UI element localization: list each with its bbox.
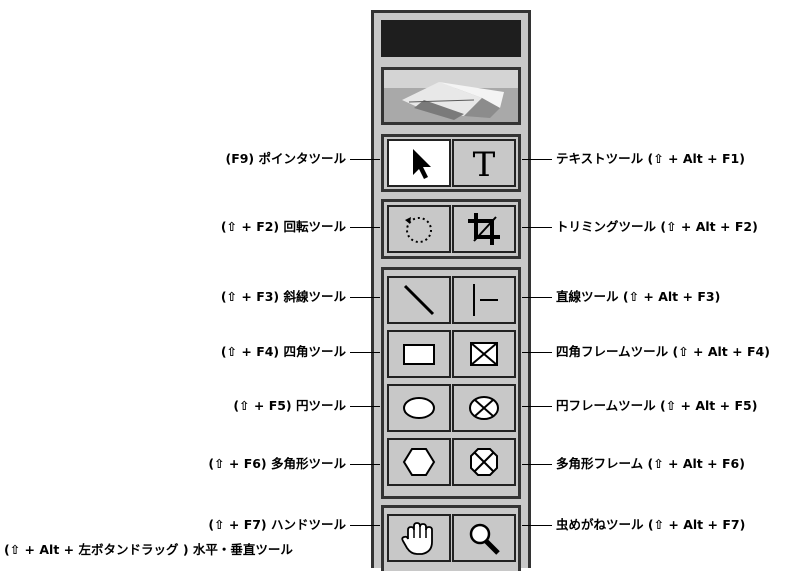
svg-text:T: T xyxy=(473,145,496,183)
rotate-dotted-circle-icon xyxy=(405,217,432,243)
rotate-tool-label: (⇧ + F2) 回転ツール xyxy=(220,219,346,234)
leader-line xyxy=(522,227,552,228)
hand-icon xyxy=(401,522,433,555)
rectangle-tool-label: (⇧ + F4) 四角ツール xyxy=(220,344,346,359)
leader-line xyxy=(522,297,552,298)
leader-line xyxy=(350,227,380,228)
text-tool-button[interactable]: T xyxy=(452,139,516,187)
leader-line xyxy=(350,297,380,298)
polygon-frame-icon xyxy=(470,448,498,476)
tool-group-4 xyxy=(381,505,521,571)
leader-line xyxy=(350,406,380,407)
polygon-icon xyxy=(402,448,436,476)
rectangle-frame-tool-button[interactable] xyxy=(452,330,516,378)
leader-line xyxy=(522,525,552,526)
tool-group-1: T xyxy=(381,134,521,192)
leader-line xyxy=(522,464,552,465)
zoom-tool-button[interactable] xyxy=(452,514,516,562)
straight-line-tool-button[interactable] xyxy=(452,276,516,324)
pointer-arrow-icon xyxy=(413,149,431,179)
crop-tool-label: トリミングツール (⇧ + Alt + F2) xyxy=(556,219,758,234)
rectangle-icon xyxy=(403,344,435,365)
tool-palette: T xyxy=(371,10,531,571)
tool-group-2 xyxy=(381,199,521,259)
polygon-frame-tool-button[interactable] xyxy=(452,438,516,486)
ellipse-icon xyxy=(403,397,435,419)
tool-group-3 xyxy=(381,267,521,499)
leader-line xyxy=(350,352,380,353)
straight-line-tool-label: 直線ツール (⇧ + Alt + F3) xyxy=(556,289,721,304)
pointer-tool-button[interactable] xyxy=(387,139,451,187)
leader-line xyxy=(350,159,380,160)
zoom-tool-label: 虫めがねツール (⇧ + Alt + F7) xyxy=(556,517,746,532)
leader-line xyxy=(522,352,552,353)
diagonal-line-tool-button[interactable] xyxy=(387,276,451,324)
leader-line xyxy=(522,159,552,160)
straight-line-icon xyxy=(473,284,498,316)
polygon-frame-tool-label: 多角形フレーム (⇧ + Alt + F6) xyxy=(556,456,745,471)
ellipse-tool-label: (⇧ + F5) 円ツール xyxy=(233,398,346,413)
hand-tool-button[interactable] xyxy=(387,514,451,562)
ellipse-tool-button[interactable] xyxy=(387,384,451,432)
polygon-tool-label: (⇧ + F6) 多角形ツール xyxy=(208,456,346,471)
ellipse-frame-tool-button[interactable] xyxy=(452,384,516,432)
palette-title-bar[interactable] xyxy=(381,20,521,57)
crop-tool-button[interactable] xyxy=(452,205,516,253)
rectangle-tool-button[interactable] xyxy=(387,330,451,378)
ellipse-frame-tool-label: 円フレームツール (⇧ + Alt + F5) xyxy=(556,398,758,413)
hand-tool-label: (⇧ + F7) ハンドツール xyxy=(208,517,346,532)
hand-tool-sub-label: (⇧ + Alt + 左ボタンドラッグ ) 水平・垂直ツール xyxy=(4,542,293,557)
rotate-tool-button[interactable] xyxy=(387,205,451,253)
ellipse-frame-icon xyxy=(469,396,499,420)
leader-line xyxy=(522,406,552,407)
rectangle-frame-tool-label: 四角フレームツール (⇧ + Alt + F4) xyxy=(556,344,770,359)
text-tool-label: テキストツール (⇧ + Alt + F1) xyxy=(556,151,745,166)
pointer-tool-label: (F9) ポインタツール xyxy=(225,151,346,166)
text-t-icon: T xyxy=(473,145,496,183)
leader-line xyxy=(350,464,380,465)
magnifier-icon xyxy=(469,523,500,555)
diagonal-line-tool-label: (⇧ + F3) 斜線ツール xyxy=(220,289,346,304)
crop-icon xyxy=(468,213,500,245)
diagonal-line-icon xyxy=(403,284,435,316)
palette-preview-image xyxy=(381,67,521,125)
leader-line xyxy=(350,525,380,526)
polygon-tool-button[interactable] xyxy=(387,438,451,486)
rectangle-frame-icon xyxy=(470,342,498,366)
